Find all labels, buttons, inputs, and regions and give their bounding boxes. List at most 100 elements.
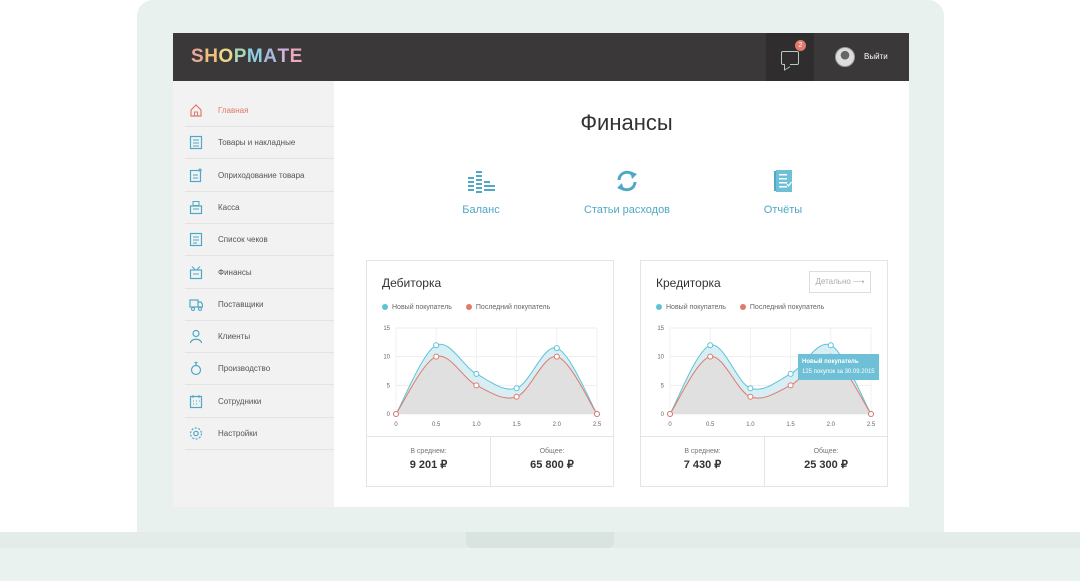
expenses-link[interactable]: Статьи расходов — [575, 169, 679, 216]
tooltip-text: 125 покупок за 30.09.2015 — [802, 369, 875, 375]
logo-letter: S — [191, 46, 205, 67]
legend-item-last[interactable]: Последний покупатель — [465, 304, 550, 311]
sidebar-item[interactable]: Поставщики — [185, 289, 334, 321]
y-tick-label: 15 — [657, 326, 664, 332]
main-content: Финансы Баланс Отчёты Статьи расходов Де… — [334, 81, 909, 507]
sidebar-item-label: Касса — [218, 202, 240, 212]
data-point — [473, 382, 480, 389]
sidebar: Главная Товары и накладные Оприходование т… — [173, 81, 334, 507]
sidebar-item-label: Клиенты — [218, 332, 251, 342]
details-button[interactable]: Детально ⟶ — [809, 271, 871, 293]
page-title: Финансы — [580, 110, 673, 135]
legend-label: Последний покупатель — [749, 304, 825, 311]
truck-icon — [189, 299, 203, 311]
logo-letter: T — [277, 46, 290, 67]
y-tick-label: 0 — [387, 412, 391, 418]
messages-button[interactable]: 2 — [766, 33, 814, 81]
data-point — [787, 382, 794, 389]
data-point — [827, 342, 834, 349]
report-icon — [774, 170, 792, 192]
data-point — [473, 370, 480, 377]
data-point — [393, 411, 399, 417]
x-tick-label: 1.0 — [746, 422, 755, 428]
refresh-icon — [617, 170, 637, 192]
x-tick-label: 1.0 — [472, 422, 481, 428]
sidebar-item-label: Производство — [218, 364, 271, 374]
chart-legend: Новый покупатель Последний покупатель — [656, 304, 836, 311]
list-icon — [189, 136, 203, 150]
sidebar-item[interactable]: Клиенты — [185, 321, 334, 354]
card-title: Кредиторка — [656, 276, 721, 290]
balance-chart-icon — [468, 171, 495, 193]
sidebar-item-label: Финансы — [218, 267, 252, 277]
expenses-label: Статьи расходов — [583, 204, 671, 216]
data-point — [433, 353, 440, 360]
card-footer: В среднем: 7 430 ₽ Общее: 25 300 ₽ — [641, 436, 887, 487]
average-stat: В среднем: 9 201 ₽ — [367, 437, 490, 487]
sidebar-item[interactable]: Сотрудники — [185, 386, 334, 418]
total-value: 65 800 ₽ — [530, 459, 574, 471]
flask-icon — [190, 362, 202, 376]
x-tick-label: 0 — [668, 422, 672, 428]
cash-register-icon — [189, 200, 203, 214]
logo-letter: E — [289, 46, 303, 67]
data-point — [707, 342, 714, 349]
x-tick-label: 2.5 — [867, 422, 876, 428]
sidebar-item[interactable]: Главная — [185, 95, 334, 127]
average-value: 9 201 ₽ — [409, 459, 448, 471]
chat-icon — [781, 51, 799, 65]
y-tick-label: 5 — [387, 383, 391, 389]
chart-legend: Новый покупатель Последний покупатель — [382, 304, 562, 311]
sidebar-item[interactable]: Оприходование товара — [185, 160, 334, 192]
tooltip-title: Новый покупатель — [802, 359, 859, 365]
data-point — [868, 411, 874, 417]
legend-item-new[interactable]: Новый покупатель — [382, 304, 452, 311]
total-stat: Общее: 65 800 ₽ — [490, 437, 613, 487]
messages-badge: 2 — [795, 40, 806, 51]
sidebar-item[interactable]: Производство — [185, 353, 334, 386]
receivables-chart[interactable]: 0 5 10 15 0 0.5 1.0 1.5 2.0 2.5 — [367, 316, 613, 436]
x-tick-label: 0.5 — [432, 422, 441, 428]
logo-letter: A — [263, 46, 278, 67]
sidebar-item[interactable]: Список чеков — [185, 224, 334, 257]
y-tick-label: 10 — [383, 355, 390, 361]
data-point — [747, 393, 754, 400]
average-value: 7 430 ₽ — [683, 459, 722, 471]
balance-link[interactable]: Баланс — [436, 169, 526, 216]
sidebar-item[interactable]: Товары и накладные — [185, 127, 334, 160]
data-point — [553, 353, 560, 360]
legend-item-new[interactable]: Новый покупатель — [656, 304, 726, 311]
gear-icon — [189, 427, 203, 440]
laptop-notch — [466, 532, 614, 548]
top-bar: SHOPMATE 2 Выйти — [173, 33, 909, 81]
shopmate-logo[interactable]: SHOPMATE — [191, 46, 303, 68]
x-tick-label: 1.5 — [512, 422, 521, 428]
logout-button[interactable]: Выйти — [864, 52, 888, 61]
y-tick-label: 0 — [661, 412, 665, 418]
y-tick-label: 10 — [657, 355, 664, 361]
balance-label: Баланс — [462, 204, 500, 216]
y-tick-label: 15 — [383, 326, 390, 332]
data-point — [553, 345, 560, 352]
reports-link[interactable]: Отчёты — [745, 169, 821, 216]
app-screen: SHOPMATE 2 Выйти Главная Товары и накладн… — [173, 33, 909, 507]
calendar-icon — [189, 394, 203, 408]
data-point — [513, 393, 520, 400]
sidebar-item[interactable]: Касса — [185, 192, 334, 224]
home-icon — [190, 104, 202, 117]
x-tick-label: 2.0 — [827, 422, 836, 428]
sidebar-item[interactable]: Финансы — [185, 257, 334, 289]
logo-letter: O — [218, 46, 234, 67]
sidebar-item[interactable]: Настройки — [185, 418, 334, 450]
avatar[interactable] — [835, 47, 855, 67]
average-label: В среднем: — [410, 448, 447, 455]
legend-item-last[interactable]: Последний покупатель — [739, 304, 825, 311]
data-point — [747, 385, 754, 392]
total-label: Общее: — [813, 448, 839, 455]
x-tick-label: 0.5 — [706, 422, 715, 428]
sidebar-item-label: Сотрудники — [218, 396, 262, 406]
total-stat: Общее: 25 300 ₽ — [764, 437, 887, 487]
total-label: Общее: — [539, 448, 565, 455]
data-point — [667, 411, 673, 417]
logo-letter: P — [233, 46, 247, 67]
